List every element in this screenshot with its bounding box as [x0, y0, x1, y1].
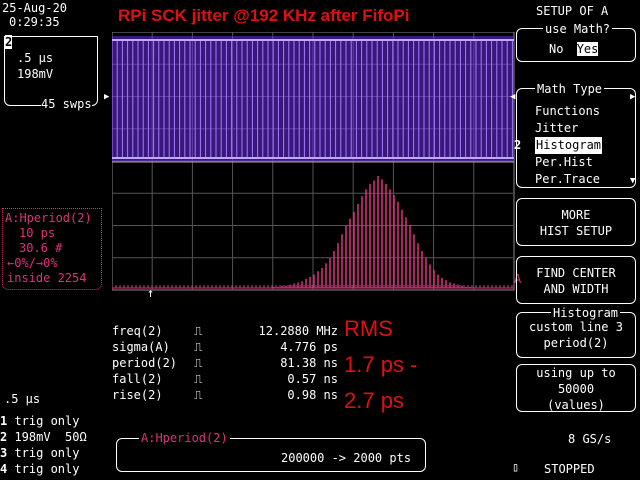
measurement-row: period(2) ⎍ 81.38 ns	[112, 356, 338, 372]
date: 25-Aug-20	[2, 1, 68, 15]
acquisition-status-icon: ▯	[512, 460, 520, 474]
channel-row[interactable]: 4 trig only	[0, 462, 87, 478]
sample-rate: 8 GS/s	[568, 432, 612, 446]
using-up-to-box[interactable]: using up to 50000 (values)	[516, 364, 636, 412]
channel-row[interactable]: 2 198mV 50Ω	[0, 430, 87, 446]
histogram-legend: Histogram	[551, 305, 621, 321]
pulse-icon: ⎍	[194, 388, 203, 402]
waveform-trace	[112, 36, 514, 163]
measurement-value: 0.98 ns	[287, 388, 338, 402]
use-math-legend: use Math?	[543, 21, 613, 37]
rms-annotation-line3: 2.7 ps	[344, 388, 404, 413]
use-math-no[interactable]: No	[549, 42, 563, 56]
channel-list: 1 trig only 2 198mV 50Ω 3 trig only 4 trig …	[0, 414, 87, 478]
find-center-line2: AND WIDTH	[543, 282, 609, 296]
pulse-icon: ⎍	[194, 356, 203, 370]
measurement-value: 0.57 ns	[287, 372, 338, 386]
channel-status: trig only	[7, 446, 80, 460]
math-range: ←0%/→0%	[7, 256, 58, 270]
measurement-label: freq(2)	[112, 324, 163, 338]
measurement-row: rise(2) ⎍ 0.98 ns	[112, 388, 338, 404]
channel-status: trig only	[7, 462, 80, 476]
measurements-table: freq(2) ⎍ 12.2880 MHz sigma(A) ⎍ 4.776 ps peri…	[112, 324, 338, 404]
screen-title: RPi SCK jitter @192 KHz after FifoPi	[118, 6, 410, 25]
channel-row[interactable]: 1 trig only	[0, 414, 87, 430]
trace-number: 2	[5, 35, 13, 49]
histogram-source-box[interactable]: Histogram custom line 3 period(2)	[516, 305, 636, 358]
measurement-label: rise(2)	[112, 388, 163, 402]
measurement-label: period(2)	[112, 356, 178, 370]
channel-status: trig only	[7, 414, 80, 428]
math-inside: inside 2254	[7, 271, 87, 285]
measurement-value: 81.38 ns	[280, 356, 338, 370]
measurement-row: freq(2) ⎍ 12.2880 MHz	[112, 324, 338, 340]
channel-row[interactable]: 3 trig only	[0, 446, 87, 462]
rms-annotation-line1: RMS	[344, 316, 393, 341]
math-points-box[interactable]: A:Hperiod(2) 200000 -> 2000 pts	[116, 431, 426, 472]
bottom-timebase: .5 μs	[4, 392, 41, 406]
measurement-value: 4.776 ps	[280, 340, 338, 354]
math-type-left-marker-icon: ◀	[510, 92, 516, 102]
math-type-menu[interactable]: Math Type Functions Jitter Histogram Per.Hi…	[516, 81, 636, 188]
use-math-toggle[interactable]: use Math? No Yes	[516, 21, 636, 62]
math-count: 30.6 #	[19, 241, 63, 255]
acquisition-state: STOPPED	[544, 462, 595, 476]
time: 0:29:35	[9, 15, 60, 29]
trace-info-box[interactable]: 2 .5 μs 198mV 45 swps	[4, 35, 98, 111]
trace-marker-icon: ▶	[104, 92, 110, 102]
find-center-button[interactable]: FIND CENTER AND WIDTH	[516, 256, 636, 304]
math-bin: 10 ps	[19, 226, 56, 240]
math-trace-label: A:Hperiod(2)	[5, 211, 92, 225]
math-type-legend: Math Type	[535, 81, 605, 97]
trace-sweeps: 45 swps	[41, 97, 92, 111]
trace-volts: 198mV	[17, 67, 54, 81]
measurement-value: 12.2880 MHz	[258, 324, 338, 338]
measurement-label: fall(2)	[112, 372, 163, 386]
more-hist-line1: MORE	[561, 208, 591, 222]
histogram-line1: custom line 3	[529, 320, 623, 334]
scope-display	[112, 32, 515, 291]
math-trace-info[interactable]: A:Hperiod(2) 10 ps 30.6 # ←0%/→0% inside…	[2, 208, 102, 290]
rms-annotation-line2: 1.7 ps -	[344, 352, 418, 377]
pulse-icon: ⎍	[194, 340, 203, 354]
trace-timebase: .5 μs	[17, 51, 54, 65]
more-hist-setup-button[interactable]: MORE HIST SETUP	[516, 198, 636, 246]
math-type-right-marker-icon: ▶	[630, 92, 636, 102]
math-type-option[interactable]: Jitter	[535, 120, 602, 137]
histogram-line2: period(2)	[543, 336, 609, 350]
panel-title: SETUP OF A	[536, 4, 609, 18]
use-math-yes[interactable]: Yes	[576, 42, 599, 56]
using-line3: (values)	[547, 398, 605, 412]
using-line1: using up to	[536, 366, 616, 380]
math-points-label: A:Hperiod(2)	[139, 431, 230, 445]
measurement-label: sigma(A)	[112, 340, 170, 354]
math-type-down-icon: ▼	[630, 176, 636, 186]
math-type-option[interactable]: Per.Trace	[535, 171, 602, 188]
channel-status: 198mV 50Ω	[7, 430, 87, 444]
find-center-line1: FIND CENTER	[536, 266, 616, 280]
using-line2: 50000	[557, 382, 595, 396]
math-type-option[interactable]: Histogram	[535, 137, 603, 154]
measurement-row: sigma(A) ⎍ 4.776 ps	[112, 340, 338, 356]
more-hist-line2: HIST SETUP	[539, 224, 613, 238]
math-type-option[interactable]: Functions	[535, 103, 602, 120]
math-points-value: 200000 -> 2000 pts	[281, 451, 412, 465]
trigger-arrow-icon: ↑	[147, 286, 155, 300]
pulse-icon: ⎍	[194, 372, 203, 386]
math-type-option[interactable]: Per.Hist	[535, 154, 602, 171]
pulse-icon: ⎍	[194, 324, 203, 338]
measurement-row: fall(2) ⎍ 0.57 ns	[112, 372, 338, 388]
